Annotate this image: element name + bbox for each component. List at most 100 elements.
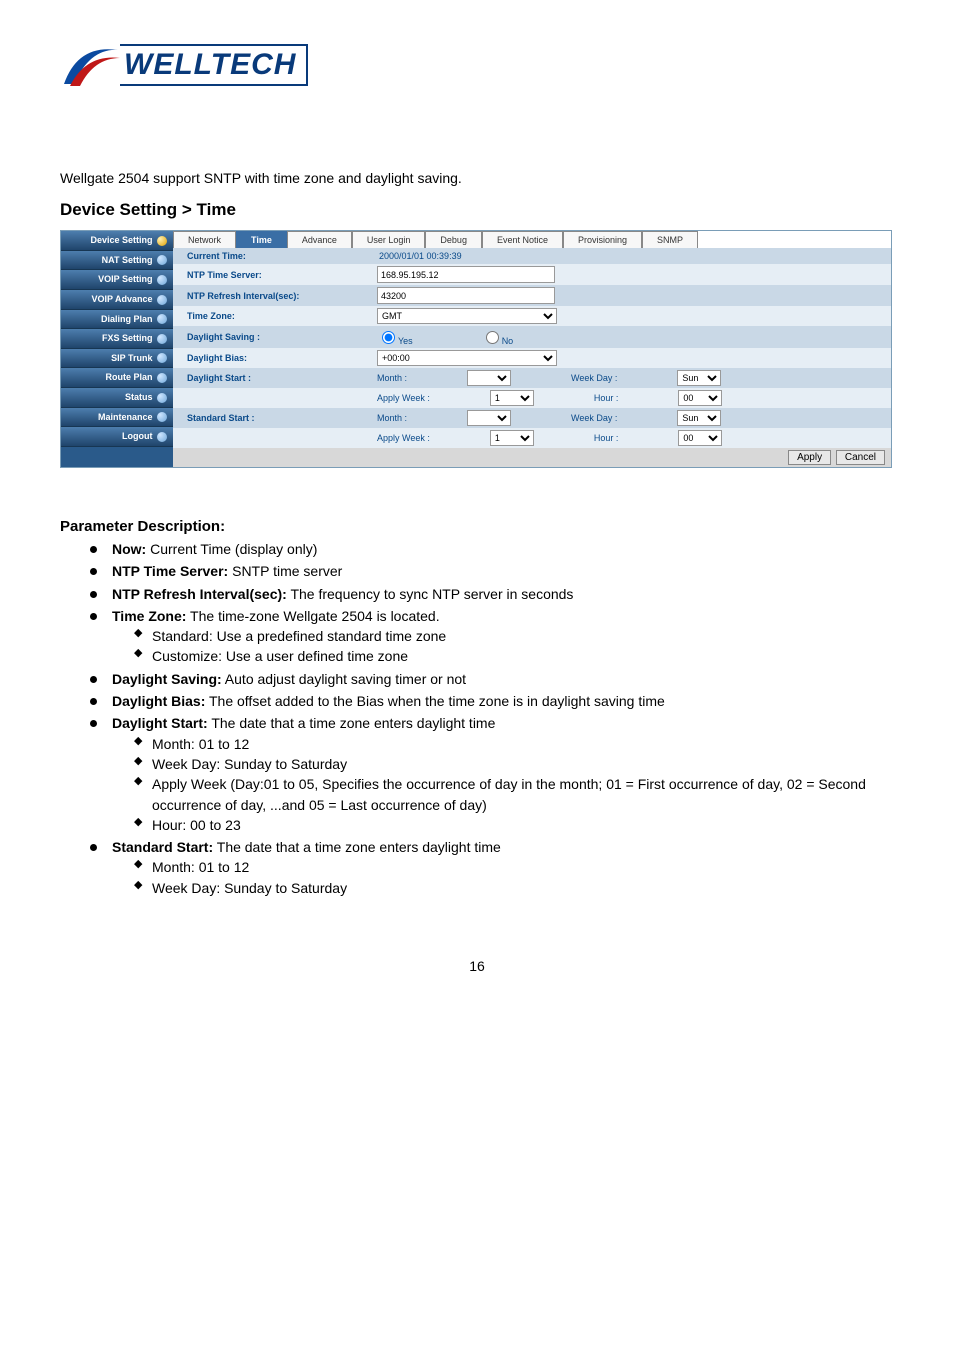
sidebar-item-device-setting[interactable]: Device Setting xyxy=(61,231,173,251)
list-item: Week Day: Sunday to Saturday xyxy=(134,878,894,898)
standard-start-weekday-select[interactable]: Sun xyxy=(677,410,721,426)
parameter-heading: Parameter Description: xyxy=(60,518,894,535)
logo-text: WELLTECH xyxy=(120,44,308,86)
sidebar-item-route-plan[interactable]: Route Plan xyxy=(61,368,173,388)
daylight-yes-option[interactable]: Yes xyxy=(377,328,413,346)
ntp-server-label: NTP Time Server: xyxy=(173,267,373,283)
expand-icon xyxy=(157,295,167,305)
param-name: Standard Start: xyxy=(112,839,213,855)
standard-start-hour-select[interactable]: 00 xyxy=(678,430,722,446)
sidebar-item-fxs[interactable]: FXS Setting xyxy=(61,329,173,349)
sidebar-item-sip-trunk[interactable]: SIP Trunk xyxy=(61,349,173,369)
param-name: NTP Refresh Interval(sec): xyxy=(112,586,287,602)
list-item: NTP Refresh Interval(sec): The frequency… xyxy=(90,584,894,604)
expand-icon xyxy=(157,373,167,383)
param-name: Daylight Start: xyxy=(112,715,208,731)
param-name: NTP Time Server: xyxy=(112,563,228,579)
param-name: Daylight Bias: xyxy=(112,693,205,709)
sidebar-item-label: VOIP Advance xyxy=(91,294,152,304)
ntp-refresh-input[interactable] xyxy=(377,287,555,304)
list-item: Hour: 00 to 23 xyxy=(134,815,894,835)
empty-label xyxy=(173,395,373,401)
list-item: NTP Time Server: SNTP time server xyxy=(90,561,894,581)
daylight-bias-label: Daylight Bias: xyxy=(173,350,373,366)
tab-network[interactable]: Network xyxy=(173,231,236,248)
param-text: The frequency to sync NTP server in seco… xyxy=(287,586,574,602)
param-name: Time Zone: xyxy=(112,608,186,624)
button-row: Apply Cancel xyxy=(173,448,891,467)
logo: WELLTECH xyxy=(60,40,894,90)
daylight-bias-select[interactable]: +00:00 xyxy=(377,350,557,366)
expand-icon xyxy=(157,432,167,442)
sidebar-item-label: Dialing Plan xyxy=(101,314,153,324)
list-item: Month: 01 to 12 xyxy=(134,857,894,877)
tab-time[interactable]: Time xyxy=(236,231,287,248)
daylight-start-applyweek-select[interactable]: 1 xyxy=(490,390,534,406)
daylight-start-label: Daylight Start : xyxy=(173,370,373,386)
timezone-select[interactable]: GMT xyxy=(377,308,557,324)
daylight-no-radio[interactable] xyxy=(486,331,499,344)
tab-provisioning[interactable]: Provisioning xyxy=(563,231,642,248)
sidebar-item-logout[interactable]: Logout xyxy=(61,427,173,447)
hour-label: Hour : xyxy=(594,393,619,403)
daylight-yes-radio[interactable] xyxy=(382,331,395,344)
param-text: The offset added to the Bias when the ti… xyxy=(205,693,664,709)
empty-label xyxy=(173,435,373,441)
expand-icon xyxy=(157,255,167,265)
daylight-no-option[interactable]: No xyxy=(481,328,514,346)
applyweek-label: Apply Week : xyxy=(377,433,430,443)
expand-icon xyxy=(157,334,167,344)
sidebar-item-dialing-plan[interactable]: Dialing Plan xyxy=(61,310,173,330)
tab-user-login[interactable]: User Login xyxy=(352,231,426,248)
month-label: Month : xyxy=(377,413,407,423)
daylight-start-hour-select[interactable]: 00 xyxy=(678,390,722,406)
param-text: The date that a time zone enters dayligh… xyxy=(208,715,496,731)
weekday-label: Week Day : xyxy=(571,373,617,383)
parameter-list: Now: Current Time (display only) NTP Tim… xyxy=(60,539,894,898)
param-text: Auto adjust daylight saving timer or not xyxy=(222,671,466,687)
current-time-value: 2000/01/01 00:39:39 xyxy=(377,251,462,261)
cancel-button[interactable]: Cancel xyxy=(836,450,885,465)
sidebar-item-label: SIP Trunk xyxy=(111,353,152,363)
list-item: Week Day: Sunday to Saturday xyxy=(134,754,894,774)
sidebar-item-label: Maintenance xyxy=(98,412,153,422)
page-number: 16 xyxy=(60,958,894,974)
screenshot-panel: Device Setting NAT Setting VOIP Setting … xyxy=(60,230,892,468)
weekday-label: Week Day : xyxy=(571,413,617,423)
daylight-saving-label: Daylight Saving : xyxy=(173,329,373,345)
timezone-label: Time Zone: xyxy=(173,308,373,324)
daylight-start-weekday-select[interactable]: Sun xyxy=(677,370,721,386)
sidebar-item-label: Status xyxy=(125,392,153,402)
section-heading: Device Setting > Time xyxy=(60,200,894,220)
param-name: Now: xyxy=(112,541,146,557)
sidebar-item-voip-setting[interactable]: VOIP Setting xyxy=(61,270,173,290)
sidebar-item-voip-advance[interactable]: VOIP Advance xyxy=(61,290,173,310)
radio-no-label: No xyxy=(502,336,514,346)
list-item: Standard: Use a predefined standard time… xyxy=(134,626,894,646)
sidebar-item-label: Route Plan xyxy=(105,372,152,382)
tab-snmp[interactable]: SNMP xyxy=(642,231,698,248)
sidebar-item-label: NAT Setting xyxy=(102,255,153,265)
ntp-server-input[interactable] xyxy=(377,266,555,283)
expand-icon xyxy=(157,412,167,422)
sidebar-item-nat[interactable]: NAT Setting xyxy=(61,251,173,271)
hour-label: Hour : xyxy=(594,433,619,443)
standard-start-month-select[interactable] xyxy=(467,410,511,426)
logo-swoosh-icon xyxy=(60,40,120,90)
applyweek-label: Apply Week : xyxy=(377,393,430,403)
sidebar: Device Setting NAT Setting VOIP Setting … xyxy=(61,231,173,467)
tab-advance[interactable]: Advance xyxy=(287,231,352,248)
list-item: Standard Start: The date that a time zon… xyxy=(90,837,894,898)
sidebar-item-label: FXS Setting xyxy=(102,333,153,343)
apply-button[interactable]: Apply xyxy=(788,450,831,465)
sidebar-item-status[interactable]: Status xyxy=(61,388,173,408)
sidebar-item-maintenance[interactable]: Maintenance xyxy=(61,408,173,428)
current-time-label: Current Time: xyxy=(173,248,373,264)
ntp-refresh-label: NTP Refresh Interval(sec): xyxy=(173,288,373,304)
standard-start-applyweek-select[interactable]: 1 xyxy=(490,430,534,446)
tab-debug[interactable]: Debug xyxy=(425,231,482,248)
tab-event-notice[interactable]: Event Notice xyxy=(482,231,563,248)
standard-start-label: Standard Start : xyxy=(173,410,373,426)
radio-yes-label: Yes xyxy=(398,336,413,346)
daylight-start-month-select[interactable] xyxy=(467,370,511,386)
